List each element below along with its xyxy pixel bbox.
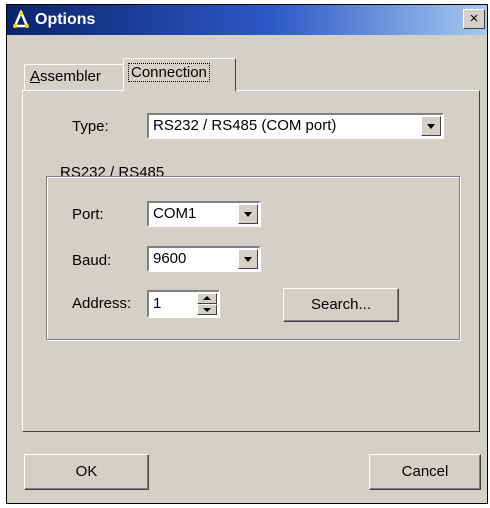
spinner-buttons — [197, 293, 217, 315]
ok-button[interactable]: OK — [24, 454, 149, 490]
port-select[interactable]: COM1 — [147, 201, 261, 227]
tab-assembler-label-rest: ssembler — [40, 68, 101, 85]
tab-assembler-mnemonic: A — [30, 68, 41, 85]
spin-down-icon[interactable] — [197, 304, 217, 315]
tab-connection-label: Connection — [128, 63, 210, 82]
baud-select[interactable]: 9600 — [147, 246, 261, 272]
tab-connection[interactable]: Connection — [123, 58, 236, 91]
type-select-value: RS232 / RS485 (COM port) — [153, 117, 337, 134]
chevron-down-icon[interactable] — [421, 116, 441, 136]
address-spinner[interactable]: 1 — [147, 290, 220, 318]
title-bar[interactable]: Options × — [7, 5, 487, 35]
baud-label: Baud: — [72, 252, 112, 269]
app-icon — [13, 10, 29, 28]
close-icon[interactable]: × — [463, 9, 485, 29]
address-label: Address: — [72, 295, 132, 312]
baud-select-value: 9600 — [153, 250, 187, 267]
search-button[interactable]: Search... — [283, 288, 399, 322]
tab-assembler[interactable]: Assembler — [24, 64, 124, 90]
chevron-down-icon[interactable] — [238, 204, 258, 224]
window-title: Options — [35, 11, 96, 28]
address-value: 1 — [153, 295, 162, 312]
port-label: Port: — [72, 206, 104, 223]
port-select-value: COM1 — [153, 205, 197, 222]
chevron-down-icon[interactable] — [238, 249, 258, 269]
type-label: Type: — [72, 118, 109, 135]
spin-up-icon[interactable] — [197, 293, 217, 304]
cancel-button[interactable]: Cancel — [369, 454, 481, 490]
type-select[interactable]: RS232 / RS485 (COM port) — [147, 113, 444, 139]
